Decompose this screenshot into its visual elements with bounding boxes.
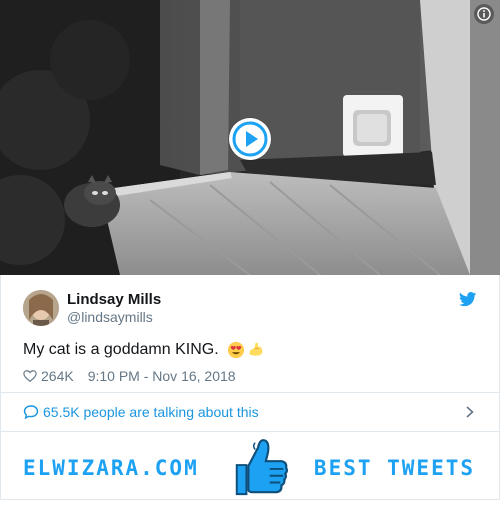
author-handle[interactable]: @lindsaymills bbox=[67, 309, 153, 325]
heart-eyes-emoji bbox=[227, 341, 244, 359]
promo-banner: ELWIZARA.COM BEST TWEETS bbox=[0, 432, 500, 500]
tweet-text: My cat is a goddamn KING. bbox=[23, 341, 265, 359]
speech-bubble-icon bbox=[23, 405, 39, 420]
conversation-link[interactable]: 65.5K people are talking about this bbox=[0, 392, 500, 432]
banner-tagline: BEST TWEETS bbox=[313, 456, 475, 480]
author-name[interactable]: Lindsay Mills bbox=[67, 291, 161, 308]
avatar[interactable] bbox=[23, 290, 59, 326]
info-icon bbox=[477, 7, 491, 21]
tweet-meta: 264K 9:10 PM - Nov 16, 2018 bbox=[23, 368, 236, 384]
bird-icon[interactable] bbox=[459, 292, 477, 307]
conversation-label: 65.5K people are talking about this bbox=[43, 404, 259, 420]
play-icon bbox=[232, 121, 268, 157]
avatar-image bbox=[23, 290, 59, 326]
like-count[interactable]: 264K bbox=[41, 368, 74, 384]
flexed-biceps-emoji bbox=[249, 342, 263, 356]
banner-site-name: ELWIZARA.COM bbox=[23, 456, 199, 480]
tweet-text-content: My cat is a goddamn KING. bbox=[23, 341, 219, 358]
tweet-card: Lindsay Mills @lindsaymills My cat is a … bbox=[0, 275, 500, 392]
heart-icon[interactable] bbox=[23, 369, 37, 383]
tweet-video[interactable] bbox=[0, 0, 500, 275]
info-button[interactable] bbox=[474, 4, 494, 24]
tweet-timestamp[interactable]: 9:10 PM - Nov 16, 2018 bbox=[88, 368, 236, 384]
chevron-right-icon bbox=[466, 406, 474, 418]
play-button[interactable] bbox=[229, 118, 271, 160]
thumbs-up-icon bbox=[235, 439, 288, 496]
